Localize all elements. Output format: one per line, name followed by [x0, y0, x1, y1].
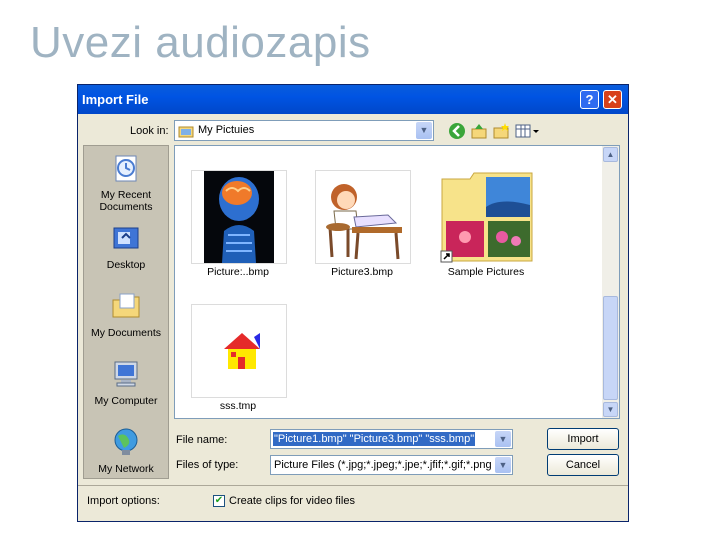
chevron-down-icon[interactable]: ▼: [495, 457, 511, 473]
place-my-documents[interactable]: My Documents: [84, 290, 168, 339]
place-label: My Network: [98, 463, 154, 475]
place-label: My Recent Documents: [99, 189, 153, 213]
recent-documents-icon: [115, 155, 137, 182]
scroll-down-icon[interactable]: ▼: [603, 402, 618, 417]
import-button[interactable]: Import: [547, 428, 619, 450]
place-my-recent-documents[interactable]: My Recent Documents: [84, 152, 168, 213]
sample-pictures-folder-icon: [440, 172, 533, 263]
scroll-thumb[interactable]: [603, 296, 618, 400]
dialog-title: Import File: [82, 92, 149, 107]
file-name-input[interactable]: "Picture1.bmp" "Picture3.bmp" "sss.bmp" …: [270, 429, 513, 449]
brain-xray-image: [204, 171, 274, 263]
place-my-network[interactable]: My Network: [84, 426, 168, 475]
look-in-label: Look in:: [130, 125, 169, 137]
import-file-dialog: Import File ? ✕ Look in: My Pictuies ▼ M…: [77, 84, 629, 522]
file-name-label: File name:: [176, 434, 228, 446]
place-label: My Documents: [90, 327, 162, 339]
file-list-scrollbar[interactable]: ▲ ▼: [602, 146, 619, 418]
place-label: My Computer: [94, 395, 158, 407]
divider: [78, 485, 628, 486]
desktop-icon: [113, 227, 139, 249]
house-clipart-image: [224, 333, 260, 369]
file-thumbnail-student[interactable]: [315, 170, 411, 264]
file-thumbnail-brain[interactable]: [191, 170, 287, 264]
file-name: Picture3.bmp: [331, 266, 393, 278]
up-folder-icon[interactable]: [470, 122, 488, 140]
place-my-computer[interactable]: My Computer: [84, 358, 168, 407]
place-label: Desktop: [106, 259, 146, 271]
scroll-up-icon[interactable]: ▲: [603, 147, 618, 162]
my-network-icon: [114, 428, 138, 455]
close-button[interactable]: ✕: [603, 90, 622, 109]
folder-sample-pictures[interactable]: [439, 170, 535, 264]
new-folder-icon[interactable]: [492, 122, 510, 140]
folder-icon: [178, 126, 194, 138]
chevron-down-icon[interactable]: ▼: [416, 122, 432, 139]
place-desktop[interactable]: Desktop: [84, 222, 168, 271]
file-list[interactable]: Picture:..bmp Picture3.bmp Sample Pictur…: [174, 145, 620, 419]
file-thumbnail-house[interactable]: [191, 304, 287, 398]
my-computer-icon: [114, 361, 138, 387]
file-name-value: "Picture1.bmp" "Picture3.bmp" "sss.bmp": [273, 432, 476, 446]
import-options-label: Import options:: [87, 495, 160, 507]
chevron-down-icon[interactable]: ▼: [495, 431, 511, 447]
create-clips-label: Create clips for video files: [229, 495, 355, 507]
places-bar: My Recent Documents Desktop My Documents: [83, 145, 169, 479]
file-name: Picture:..bmp: [207, 266, 269, 278]
cancel-button[interactable]: Cancel: [547, 454, 619, 476]
help-button[interactable]: ?: [580, 90, 599, 109]
file-name: sss.tmp: [219, 400, 257, 412]
look-in-value: My Pictuies: [198, 124, 255, 136]
dialog-titlebar[interactable]: Import File ? ✕: [78, 85, 628, 114]
folder-name: Sample Pictures: [447, 266, 525, 278]
student-clipart-image: [326, 184, 402, 260]
create-clips-checkbox[interactable]: ✔: [213, 495, 225, 507]
file-type-label: Files of type:: [176, 459, 239, 471]
file-type-dropdown[interactable]: Picture Files (*.jpg;*.jpeg;*.jpe;*.jfif…: [270, 455, 513, 475]
views-menu-icon[interactable]: [514, 122, 540, 140]
look-in-dropdown[interactable]: My Pictuies ▼: [174, 120, 434, 141]
my-documents-icon: [112, 293, 140, 318]
back-icon[interactable]: [448, 122, 466, 140]
file-type-value: Picture Files (*.jpg;*.jpeg;*.jpe;*.jfif…: [274, 459, 492, 471]
slide-title: Uvezi audiozapis: [30, 18, 371, 67]
